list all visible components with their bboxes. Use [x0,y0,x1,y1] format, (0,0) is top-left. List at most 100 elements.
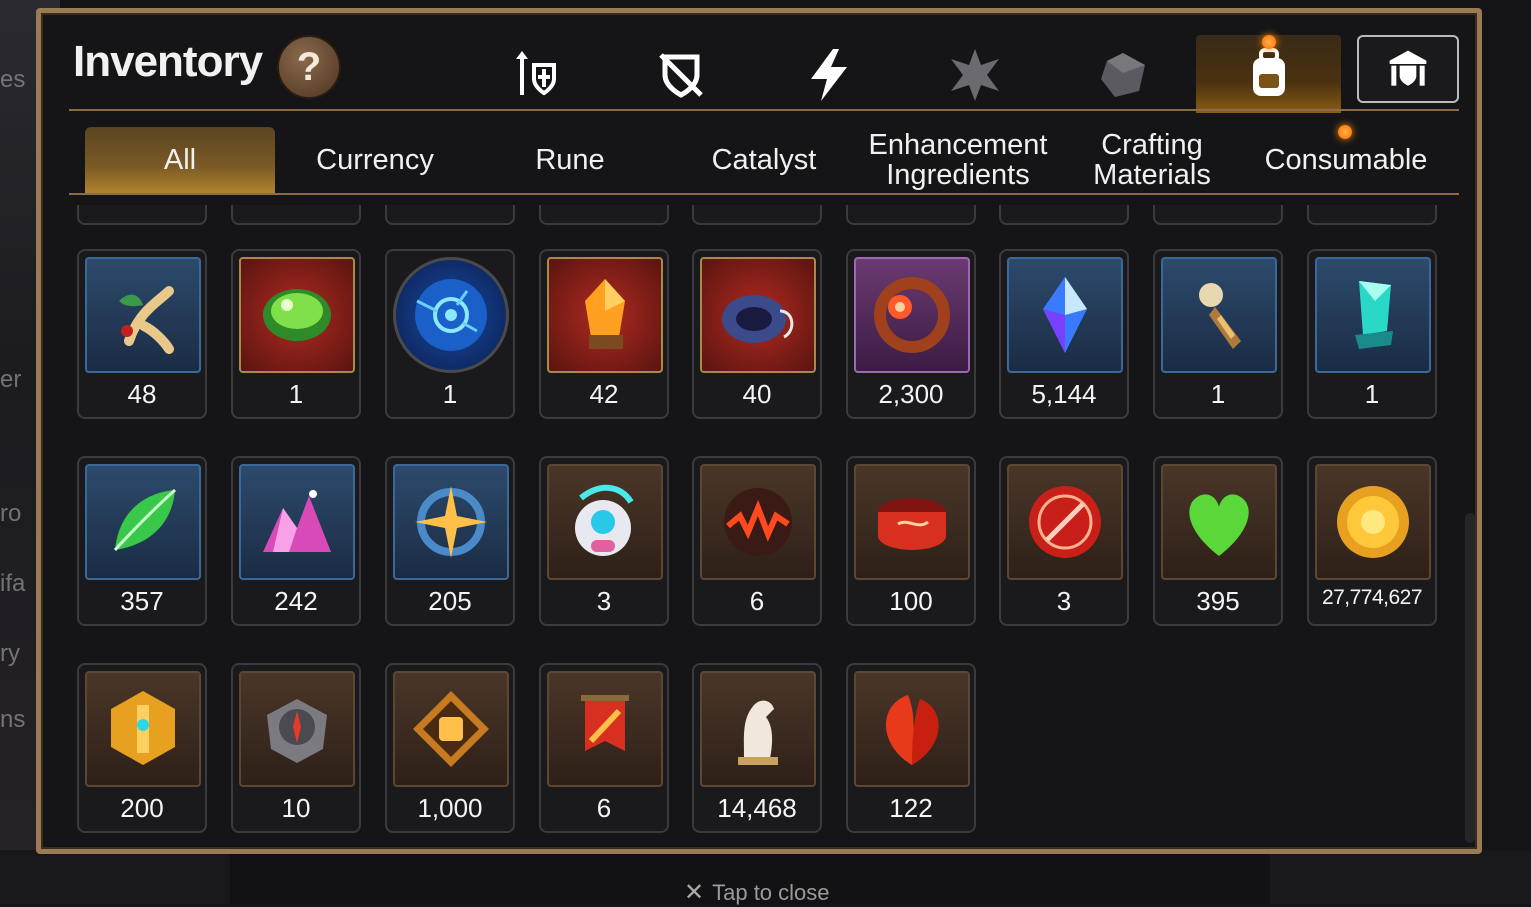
tab-rune[interactable]: Rune [475,127,665,193]
artifact-icon[interactable] [925,35,1025,115]
item-count: 3 [1056,586,1072,616]
lightning-icon[interactable] [779,35,879,115]
bookmark-charm-icon [1161,257,1277,373]
gold-coin-icon [1315,464,1431,580]
lava-orb-icon [700,464,816,580]
close-icon: ✕ [684,879,705,906]
inventory-item[interactable]: 5,144 [999,249,1129,419]
war-banner-icon [547,671,663,787]
tab-catalyst[interactable]: Catalyst [669,127,859,193]
gold-hexagon-emblem-icon [85,671,201,787]
background-text-fragment: ns [0,706,26,733]
pink-crystal-pile-icon [239,464,355,580]
item-count: 1 [1210,379,1226,409]
tap-to-close-label: Tap to close [712,879,830,905]
tab-all[interactable]: All [85,127,275,193]
fist-emblem-icon [393,671,509,787]
inventory-item[interactable]: 3 [999,456,1129,626]
inventory-item[interactable]: 357 [77,456,207,626]
inventory-item[interactable]: 1 [231,249,361,419]
inventory-item[interactable]: 3 [539,456,669,626]
item-count: 6 [749,586,765,616]
scrollbar[interactable] [1465,513,1475,843]
partial-item-cell [846,205,976,225]
inventory-item[interactable]: 40 [692,249,822,419]
item-count: 1 [442,379,458,409]
item-count: 42 [589,379,619,409]
green-leaf-icon [85,464,201,580]
background-text-fragment: es [0,66,26,93]
green-orb-icon [239,257,355,373]
item-count: 100 [889,586,933,616]
item-count: 2,300 [878,379,944,409]
tab-enhancement-ingredients[interactable]: Enhancement Ingredients [863,127,1053,193]
inventory-item[interactable]: 242 [231,456,361,626]
inventory-item[interactable]: 10 [231,663,361,833]
divider [69,109,1459,111]
green-heart-icon [1161,464,1277,580]
item-count: 1,000 [417,793,483,823]
tap-to-close[interactable]: ✕ Tap to close [684,878,830,907]
robot-pet-icon [547,464,663,580]
horse-chess-piece-icon [700,671,816,787]
item-count: 5,144 [1031,379,1097,409]
item-count: 395 [1196,586,1240,616]
item-count: 10 [281,793,311,823]
partial-item-cell [1307,205,1437,225]
partial-item-cell [1153,205,1283,225]
box-icon[interactable] [1073,35,1173,115]
inventory-item[interactable]: 1,000 [385,663,515,833]
partial-item-cell [692,205,822,225]
inventory-item[interactable]: 395 [1153,456,1283,626]
inventory-item[interactable]: 2,300 [846,249,976,419]
item-count: 205 [428,586,472,616]
item-count: 242 [274,586,318,616]
weapon-armor-icon[interactable] [486,35,586,115]
item-count: 122 [889,793,933,823]
inventory-item[interactable]: 200 [77,663,207,833]
inventory-item[interactable]: 100 [846,456,976,626]
inventory-item[interactable]: 42 [539,249,669,419]
tab-currency[interactable]: Currency [280,127,470,193]
backpack-icon [1252,48,1285,96]
inventory-panel: Inventory ? All Currency Rune Catalyst E… [36,8,1482,854]
item-count: 1 [288,379,304,409]
item-count: 357 [120,586,164,616]
notification-dot [1338,125,1352,139]
inventory-item[interactable]: 6 [692,456,822,626]
background-text-fragment: ry [0,640,20,667]
help-button[interactable]: ? [277,35,341,99]
compass-star-icon [393,464,509,580]
item-count: 40 [742,379,772,409]
flower-ring-icon [854,257,970,373]
inventory-item[interactable]: 1 [1307,249,1437,419]
inventory-item[interactable]: 1 [1153,249,1283,419]
castle-shield-icon[interactable] [1357,35,1459,103]
inventory-item[interactable]: 27,774,627 [1307,456,1437,626]
inventory-item[interactable]: 14,468 [692,663,822,833]
inventory-item[interactable]: 205 [385,456,515,626]
blue-gem-icon [1007,257,1123,373]
item-count: 14,468 [717,793,797,823]
inventory-item[interactable]: 1 [385,249,515,419]
background-text-fragment: ifa [0,570,26,597]
partial-item-cell [77,205,207,225]
red-seal-icon [1007,464,1123,580]
inventory-item[interactable]: 122 [846,663,976,833]
divider [69,193,1459,195]
item-count: 48 [127,379,157,409]
shield-crossed-icon[interactable] [631,35,731,115]
item-count: 3 [596,586,612,616]
partial-item-cell [231,205,361,225]
red-leaf-icon [854,671,970,787]
ginseng-root-icon [85,257,201,373]
item-count: 6 [596,793,612,823]
inventory-item[interactable]: 48 [77,249,207,419]
partial-item-cell [385,205,515,225]
inventory-item[interactable]: 6 [539,663,669,833]
tab-crafting-materials[interactable]: Crafting Materials [1057,127,1247,193]
notification-dot [1262,35,1276,49]
item-count: 27,774,627 [1321,586,1423,609]
item-count: 200 [120,793,164,823]
background-text-fragment: er [0,366,22,393]
